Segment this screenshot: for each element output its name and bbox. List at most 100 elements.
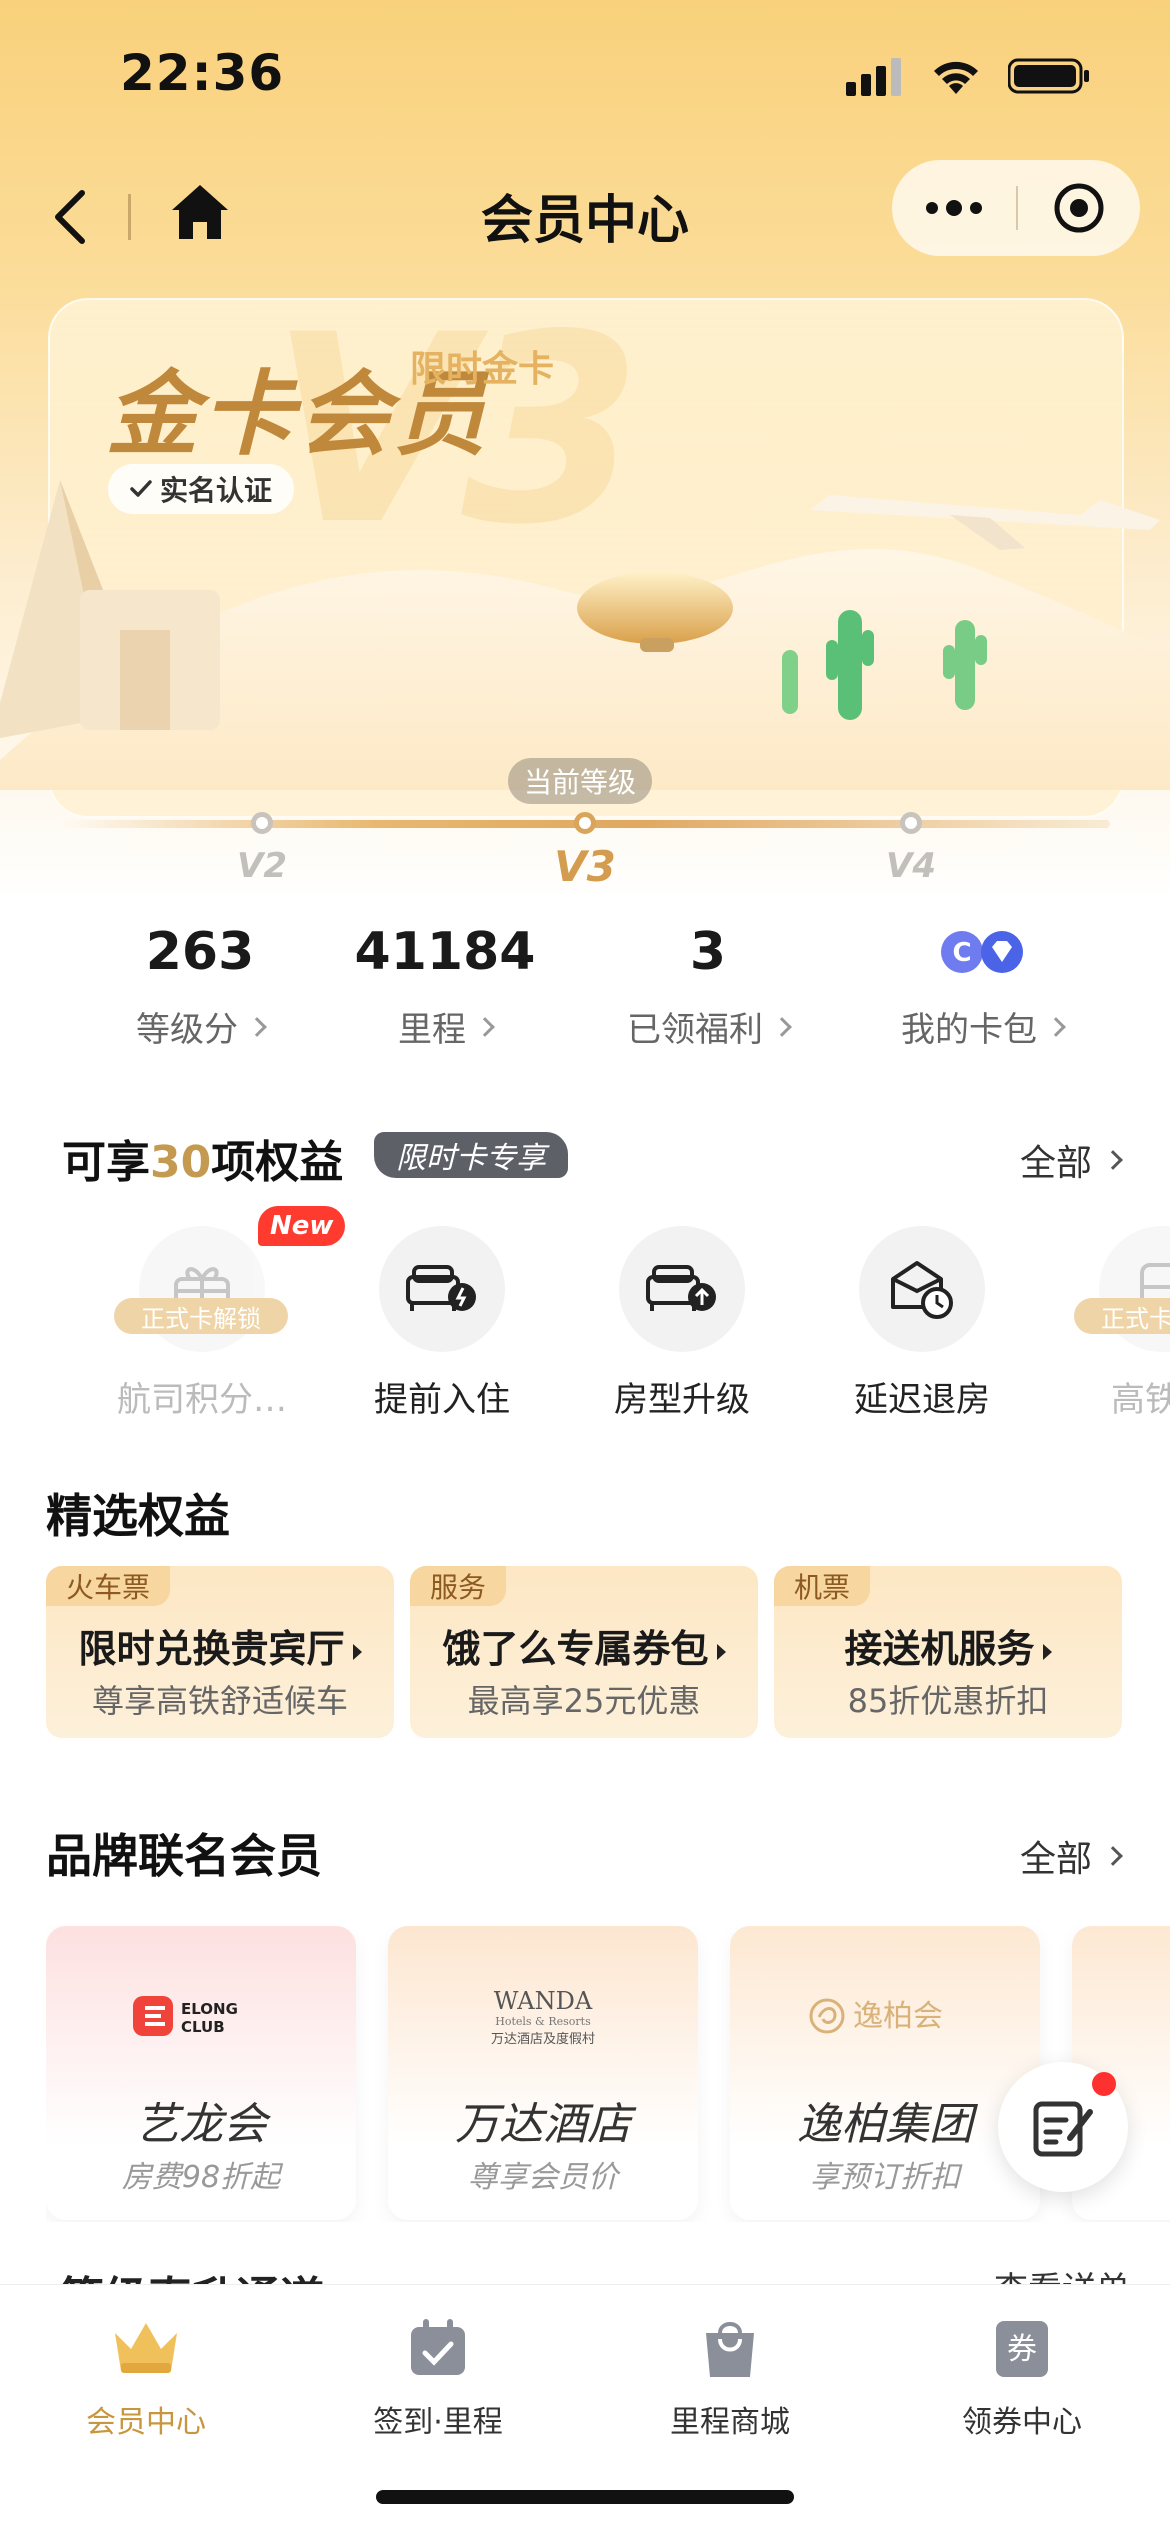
featured-card-tag: 服务 (410, 1566, 507, 1606)
tab-label: 会员中心 (86, 2405, 206, 2440)
edit-note-icon (1033, 2101, 1093, 2157)
stat-label: 已领福利 (627, 1010, 763, 1050)
featured-section-title: 精选权益 (46, 1489, 230, 1543)
caret-right-icon (1042, 1643, 1052, 1660)
unlock-tag: 正式卡解锁 (114, 1298, 288, 1334)
benefit-item[interactable]: 提前入住 (342, 1226, 542, 1421)
brand-logo: 逸柏会 (730, 1966, 1040, 2066)
tab-checkin-mileage[interactable]: 签到·里程 (292, 2313, 584, 2441)
crown-icon (115, 2323, 177, 2373)
navigation-bar: 会员中心 (0, 160, 1170, 270)
brand-card[interactable]: 逸柏会 逸柏集团 享预订折扣 (730, 1926, 1040, 2220)
status-time: 22:36 (120, 44, 285, 102)
chevron-right-icon (772, 1016, 792, 1037)
benefits-carousel[interactable]: New 正式卡解锁 航司积分… 提前入住 房型升级 延迟退房 正式卡 高铁 (0, 1206, 1170, 1426)
featured-benefits-row: 火车票 限时兑换贵宾厅 尊享高铁舒适候车 服务 饿了么专属券包 最高享25元优惠… (46, 1566, 1170, 1738)
desert-scenery-illustration (0, 480, 1170, 790)
brand-logo: WANDA Hotels & Resorts 万达酒店及度假村 (388, 1966, 698, 2066)
miniprogram-capsule (892, 160, 1140, 256)
benefits-title: 可享30项权益 (62, 1126, 343, 1190)
unlock-tag: 正式卡解锁 (1074, 1298, 1170, 1334)
brand-see-all-link[interactable]: 全部 (1019, 1830, 1123, 1882)
benefit-item[interactable]: 延迟退房 (822, 1226, 1022, 1421)
wallet-icons: C (852, 920, 1112, 984)
svg-text:CLUB: CLUB (181, 2018, 225, 2036)
brand-subtitle: 享预订折扣 (810, 2160, 960, 2195)
tab-coupon-center[interactable]: 券 领券中心 (876, 2313, 1168, 2441)
benefits-count: 30 (150, 1137, 212, 1188)
benefit-label: 提前入住 (374, 1380, 510, 1420)
tab-member-center[interactable]: 会员中心 (0, 2313, 292, 2441)
benefit-label: 房型升级 (614, 1380, 750, 1420)
benefits-header: 可享30项权益 限时卡专享 全部 (0, 1122, 1170, 1188)
benefits-see-all-link[interactable]: 全部 (1019, 1134, 1123, 1186)
level-dot-v3 (574, 812, 596, 834)
level-dot-v2 (251, 812, 273, 834)
brand-logo: ELONG CLUB (46, 1966, 356, 2066)
floating-feedback-button[interactable] (998, 2062, 1128, 2192)
caret-right-icon (716, 1643, 726, 1660)
svg-text:WANDA: WANDA (494, 1987, 593, 2015)
chevron-right-icon (1103, 1150, 1123, 1170)
featured-card-title: 限时兑换贵宾厅 (46, 1618, 394, 1673)
tab-mileage-mall[interactable]: 里程商城 (584, 2313, 876, 2441)
caret-right-icon (352, 1643, 362, 1660)
brand-section-title: 品牌联名会员 (46, 1829, 322, 1883)
featured-card-title: 接送机服务 (774, 1618, 1122, 1673)
wanda-hotels-logo: WANDA Hotels & Resorts 万达酒店及度假村 (491, 1987, 595, 2047)
hero-section: 22:36 会员中心 V3 金卡会员 限时金卡 实名认证 当前等级 V2 V3 … (0, 0, 1170, 900)
svg-text:逸柏会: 逸柏会 (853, 1999, 943, 2034)
stat-claimed-benefits[interactable]: 3 已领福利 (578, 920, 838, 1051)
brand-name: 万达酒店 (455, 2099, 631, 2150)
more-dots-icon (926, 200, 982, 216)
brand-name: 逸柏集团 (797, 2099, 973, 2150)
stat-value: 3 (689, 922, 727, 982)
featured-card[interactable]: 服务 饿了么专属券包 最高享25元优惠 (410, 1566, 758, 1738)
svg-text:Hotels & Resorts: Hotels & Resorts (495, 2015, 591, 2028)
brand-carousel[interactable]: ELONG CLUB 艺龙会 房费98折起 WANDA Hotels & Res… (46, 1926, 1170, 2222)
bed-upgrade-icon (646, 1265, 716, 1311)
svg-text:券: 券 (1007, 2332, 1037, 2367)
level-label-v4: V4 (886, 846, 936, 886)
brand-subtitle: 房费98折起 (121, 2160, 281, 2195)
featured-card[interactable]: 机票 接送机服务 85折优惠折扣 (774, 1566, 1122, 1738)
more-button[interactable] (892, 160, 1016, 256)
stat-value: 263 (145, 922, 255, 982)
level-label-v3: V3 (554, 842, 616, 891)
featured-card-title-text: 接送机服务 (844, 1627, 1035, 1671)
benefits-title-suffix: 项权益 (211, 1137, 344, 1188)
featured-card-tag: 火车票 (46, 1566, 171, 1606)
diamond-icon (981, 931, 1023, 973)
see-all-label: 全部 (1019, 1143, 1092, 1184)
bed-clock-icon (406, 1265, 476, 1311)
featured-card[interactable]: 火车票 限时兑换贵宾厅 尊享高铁舒适候车 (46, 1566, 394, 1738)
benefit-item[interactable]: 正式卡解锁 高铁贵 (1062, 1226, 1170, 1421)
stat-label: 我的卡包 (901, 1010, 1037, 1050)
level-progress[interactable]: 当前等级 V2 V3 V4 (0, 750, 1170, 891)
chevron-right-icon (475, 1016, 495, 1037)
featured-card-title-text: 限时兑换贵宾厅 (78, 1627, 345, 1671)
brand-name: 艺龙会 (135, 2099, 267, 2150)
stat-card-wallet[interactable]: C 我的卡包 (852, 920, 1112, 1051)
elong-club-logo: ELONG CLUB (133, 1996, 238, 2036)
benefits-title-prefix: 可享 (62, 1137, 150, 1188)
chevron-right-icon (1046, 1016, 1066, 1037)
close-miniprogram-button[interactable] (1018, 160, 1140, 256)
stat-level-points[interactable]: 263 等级分 (70, 920, 330, 1051)
brand-card[interactable]: WANDA Hotels & Resorts 万达酒店及度假村 万达酒店 尊享会… (388, 1926, 698, 2220)
status-icons (846, 56, 1090, 96)
see-all-label: 全部 (1019, 1839, 1092, 1880)
benefit-item[interactable]: 房型升级 (582, 1226, 782, 1421)
featured-card-subtitle: 尊享高铁舒适候车 (91, 1682, 348, 1720)
cellular-signal-icon (846, 58, 901, 96)
benefit-icon-circle (619, 1226, 745, 1352)
limited-card-badge: 限时卡专享 (374, 1132, 568, 1178)
notification-dot (1092, 2072, 1116, 2096)
stat-mileage[interactable]: 41184 里程 (315, 920, 575, 1051)
svg-text:C: C (952, 938, 971, 968)
tier-tag: 限时金卡 (410, 349, 555, 390)
benefit-item[interactable]: 正式卡解锁 航司积分… (102, 1226, 302, 1421)
featured-card-tag: 机票 (774, 1566, 871, 1606)
featured-card-title: 饿了么专属券包 (410, 1618, 758, 1673)
brand-card[interactable]: ELONG CLUB 艺龙会 房费98折起 (46, 1926, 356, 2220)
